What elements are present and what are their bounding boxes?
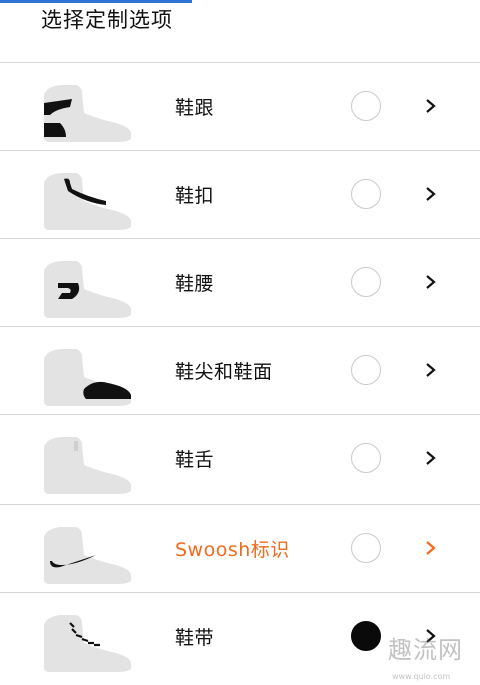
list-item-label: 鞋带 xyxy=(175,627,215,649)
list-item-label: 鞋舌 xyxy=(175,449,215,471)
radio-button[interactable] xyxy=(351,533,381,563)
radio-button[interactable] xyxy=(351,179,381,209)
shoe-laces-icon xyxy=(44,615,131,672)
radio-button[interactable] xyxy=(351,267,381,297)
list-item-label: 鞋腰 xyxy=(175,273,215,295)
list-item-label: 鞋跟 xyxy=(175,97,215,119)
shoe-toe-icon xyxy=(44,349,131,406)
header: 选择定制选项 xyxy=(0,0,480,63)
list-item-tongue[interactable]: 鞋舌 xyxy=(0,415,480,505)
radio-button[interactable] xyxy=(351,355,381,385)
shoe-strap-icon xyxy=(44,173,131,230)
chevron-right-icon[interactable] xyxy=(424,98,438,114)
radio-button[interactable] xyxy=(351,443,381,473)
list-item-label: 鞋扣 xyxy=(175,185,215,207)
list-item-label: 鞋尖和鞋面 xyxy=(175,361,273,383)
list-item-toe[interactable]: 鞋尖和鞋面 xyxy=(0,327,480,415)
customization-options-list: 鞋跟 鞋扣 鞋腰 鞋尖和鞋面 鞋舌 Swoosh标识 鞋带 xyxy=(0,63,480,681)
watermark-url: www.qulo.com xyxy=(392,672,451,681)
shoe-waist-icon xyxy=(44,261,131,318)
chevron-right-icon[interactable] xyxy=(424,362,438,378)
list-item-label: Swoosh标识 xyxy=(175,539,290,561)
chevron-right-icon[interactable] xyxy=(424,274,438,290)
shoe-heel-icon xyxy=(44,85,131,142)
shoe-tongue-icon xyxy=(44,437,131,494)
radio-button[interactable] xyxy=(351,91,381,121)
radio-button-selected[interactable] xyxy=(351,621,381,651)
page-title: 选择定制选项 xyxy=(41,8,173,32)
list-item-heel[interactable]: 鞋跟 xyxy=(0,63,480,151)
list-item-strap[interactable]: 鞋扣 xyxy=(0,151,480,239)
shoe-swoosh-icon xyxy=(44,527,131,584)
chevron-right-icon[interactable] xyxy=(424,540,438,556)
list-item-swoosh[interactable]: Swoosh标识 xyxy=(0,505,480,593)
chevron-right-icon[interactable] xyxy=(424,186,438,202)
chevron-right-icon[interactable] xyxy=(424,450,438,466)
list-item-waist[interactable]: 鞋腰 xyxy=(0,239,480,327)
